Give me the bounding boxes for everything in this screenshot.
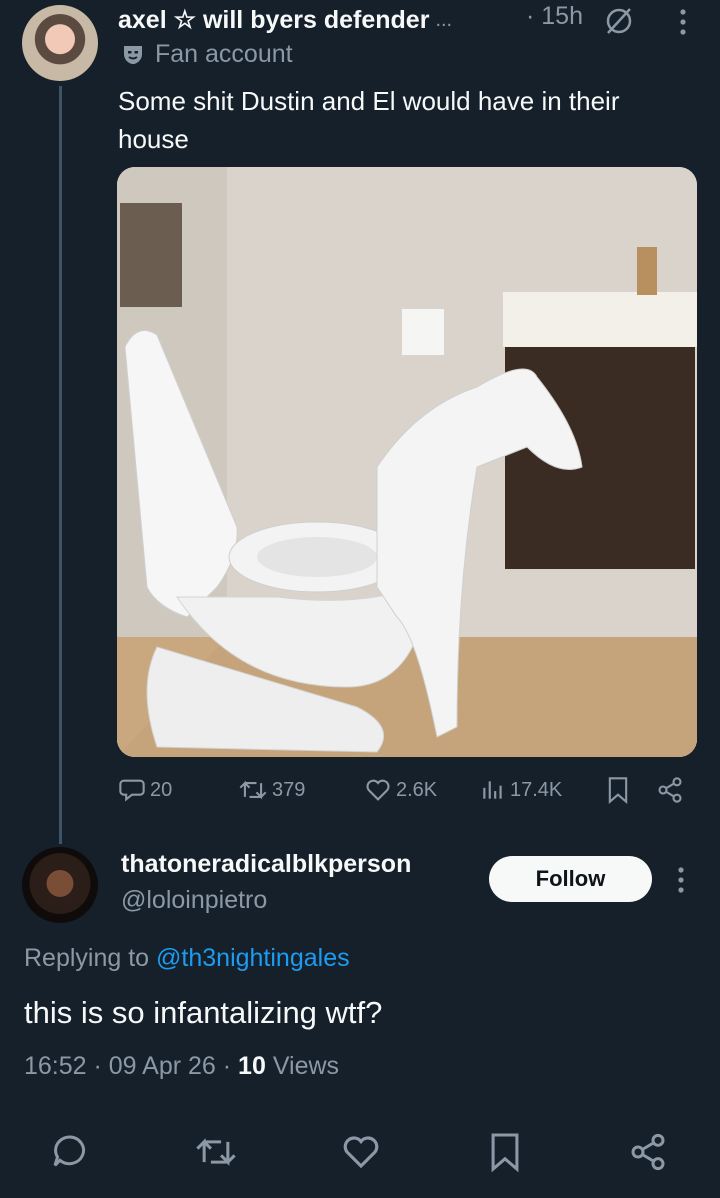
reply-author-name[interactable]: thatoneradicalblkperson xyxy=(121,850,411,879)
replying-to-prefix: Replying to xyxy=(24,944,150,972)
share-icon[interactable] xyxy=(628,1130,668,1179)
retweet-button[interactable]: 379 xyxy=(238,776,305,804)
heart-icon xyxy=(366,779,390,801)
reply-views-label: Views xyxy=(272,1052,340,1080)
fan-account-label: Fan account xyxy=(121,40,293,69)
mute-icon[interactable] xyxy=(604,6,634,41)
bookmark-icon xyxy=(608,777,628,804)
reply-text: this is so infantalizing wtf? xyxy=(24,995,383,1030)
retweet-icon xyxy=(239,780,267,800)
follow-button[interactable]: Follow xyxy=(489,856,652,902)
retweet-icon[interactable] xyxy=(194,1130,238,1179)
views-button[interactable]: 17.4K xyxy=(480,776,562,804)
replying-to-mention[interactable]: @th3nightingales xyxy=(156,944,350,972)
tweet-image[interactable] xyxy=(117,167,697,757)
author-name[interactable]: axel ☆ will byers defender xyxy=(118,5,429,35)
like-count: 2.6K xyxy=(396,778,438,801)
bookmark-button[interactable] xyxy=(606,776,630,804)
bookmark-icon[interactable] xyxy=(488,1130,522,1179)
heart-icon[interactable] xyxy=(340,1130,382,1179)
share-button[interactable] xyxy=(656,776,684,804)
reply-icon xyxy=(119,779,145,802)
reply-icon[interactable] xyxy=(50,1130,90,1179)
reply-author-handle[interactable]: @loloinpietro xyxy=(121,886,267,915)
name-truncation: ... xyxy=(435,8,453,31)
share-icon xyxy=(658,777,682,803)
more-vertical-icon[interactable] xyxy=(676,866,686,899)
replying-to-line: Replying to @th3nightingales xyxy=(24,944,350,973)
reply-meta: 16:52 · 09 Apr 26 · 10 Views xyxy=(24,1052,339,1081)
views-icon xyxy=(483,781,502,799)
views-count: 17.4K xyxy=(510,778,563,801)
retweet-count: 379 xyxy=(272,778,306,801)
reply-timestamp[interactable]: 16:52 · 09 Apr 26 · xyxy=(24,1052,231,1080)
tweet-action-bar: 20 379 2.6K 17.4K xyxy=(118,776,698,812)
more-vertical-icon[interactable] xyxy=(678,8,688,41)
fan-account-text: Fan account xyxy=(155,40,293,68)
reply-views-count: 10 xyxy=(238,1052,266,1080)
reply-action-bar xyxy=(0,1130,720,1176)
tweet-timestamp[interactable]: · 15h xyxy=(526,2,583,31)
reply-author-avatar[interactable] xyxy=(22,847,98,923)
thread-connector-line xyxy=(59,86,62,844)
tweet-text: Some shit Dustin and El would have in th… xyxy=(118,86,620,154)
reply-count: 20 xyxy=(150,778,173,801)
reply-button[interactable]: 20 xyxy=(118,776,172,804)
like-button[interactable]: 2.6K xyxy=(364,776,437,804)
mask-icon xyxy=(124,45,142,64)
tweet-header: axel ☆ will byers defender ... xyxy=(118,2,452,38)
author-avatar[interactable] xyxy=(22,5,98,81)
